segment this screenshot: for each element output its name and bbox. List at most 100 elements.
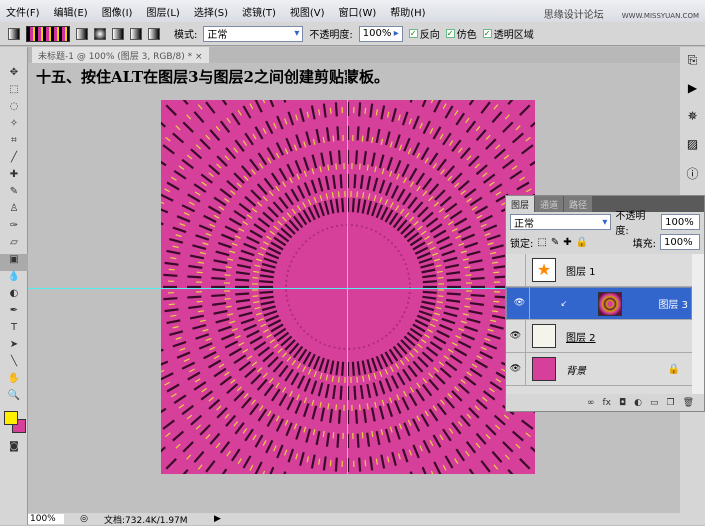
new-layer-icon[interactable]: ❐ [666,398,674,408]
toolbox: ✥ ⬚ ◌ ✧ ⌗ ╱ ✚ ✎ ♙ ✑ ▱ ▣ 💧 ◐ ✒ T ➤ ╲ ✋ 🔍 … [0,47,28,525]
canvas-artwork[interactable] [161,100,535,474]
info-icon[interactable]: ⓘ [680,165,705,187]
foreground-color[interactable] [4,411,18,425]
zoom-tool-icon[interactable]: 🔍 [0,390,28,407]
eye-icon[interactable]: 👁 [506,319,526,353]
hand-tool-icon[interactable]: ✋ [0,373,28,390]
fill-label: 填充: [632,238,656,250]
marquee-tool-icon[interactable]: ⬚ [0,84,28,101]
angle-gradient-button[interactable] [112,27,124,40]
transparency-checkbox[interactable]: ✓ 透明区域 [482,26,534,41]
mask-icon[interactable]: ◘ [619,398,626,408]
blur-tool-icon[interactable]: 💧 [0,271,28,288]
blend-mode-select[interactable]: 正常 ▾ [510,214,612,230]
gradient-picker[interactable] [26,25,70,42]
group-icon[interactable]: ▭ [650,398,659,408]
stamp-tool-icon[interactable]: ♙ [0,203,28,220]
mode-select[interactable]: 正常 ▾ [203,25,304,42]
menu-layer[interactable]: 图层(L) [146,4,179,19]
layer-name: 图层 2 [566,332,596,344]
lock-paint-icon[interactable]: ✎ [551,237,559,248]
image-icon[interactable]: ▨ [680,137,705,159]
magic-wand-tool-icon[interactable]: ✧ [0,118,28,135]
quick-mask-icon[interactable]: ◙ [0,441,28,458]
radial-gradient-button[interactable] [94,27,106,40]
lock-label: 锁定: [510,238,534,250]
tab-paths[interactable]: 路径 [564,196,593,212]
layer-scrollbar[interactable] [692,254,704,394]
layer-row[interactable]: 👁 ↙ 图层 3 [506,287,692,320]
layer-name: 图层 1 [566,266,596,278]
eye-icon[interactable]: 👁 [506,352,526,386]
menu-image[interactable]: 图像(I) [102,4,133,19]
menu-select[interactable]: 选择(S) [194,4,228,19]
status-menu-arrow-icon[interactable]: ▶ [214,514,221,524]
eye-icon[interactable]: 👁 [510,287,530,320]
layer-thumbnail: ★ [532,258,556,282]
menu-edit[interactable]: 编辑(E) [54,4,88,19]
line-tool-icon[interactable]: ╲ [0,356,28,373]
path-select-tool-icon[interactable]: ➤ [0,339,28,356]
menu-help[interactable]: 帮助(H) [390,4,425,19]
fx-icon[interactable]: fx [602,398,611,408]
menu-file[interactable]: 文件(F) [6,4,40,19]
vertical-guide[interactable] [347,63,348,513]
menu-filter[interactable]: 滤镜(T) [242,4,276,19]
eraser-tool-icon[interactable]: ▱ [0,237,28,254]
layer-row[interactable]: ★ 图层 1 [506,253,692,287]
watermark-url: WWW.MISSYUAN.COM [621,12,699,20]
instruction-caption: 十五、按住ALT在图层3与图层2之间创建剪贴蒙板。 [36,68,390,86]
linear-gradient-button[interactable] [76,27,88,40]
history-icon[interactable]: ⎘ [680,53,705,75]
reverse-checkbox[interactable]: ✓ 反向 [408,26,440,41]
document-tab[interactable]: 未标题-1 @ 100% (图层 3, RGB/8) * × [32,47,209,63]
fill-input[interactable]: 100% [660,234,700,250]
move-tool-icon[interactable]: ✥ [0,67,28,84]
zoom-level[interactable]: 100% [28,514,64,524]
layer-opacity-input[interactable]: 100% [661,214,700,230]
status-icon: ◎ [80,514,88,524]
dither-checkbox[interactable]: ✓ 仿色 [445,26,477,41]
actions-icon[interactable]: ▶ [680,81,705,103]
trash-icon[interactable]: 🗑 [683,398,694,408]
menu-window[interactable]: 窗口(W) [339,4,377,19]
type-tool-icon[interactable]: T [0,322,28,339]
reflected-gradient-button[interactable] [130,27,142,40]
check-icon: ✓ [482,29,492,38]
lock-all-icon[interactable]: 🔒 [576,237,588,248]
arrow-right-icon[interactable]: ▸ [394,28,399,39]
adjustment-icon[interactable]: ◐ [634,398,642,408]
document-tabs: 未标题-1 @ 100% (图层 3, RGB/8) * × [28,47,680,63]
layer-row[interactable]: 👁 背景 🔒 [506,352,692,386]
dodge-tool-icon[interactable]: ◐ [0,288,28,305]
opacity-input[interactable]: 100% ▸ [358,25,403,42]
eyedropper-tool-icon[interactable]: ╱ [0,152,28,169]
layer-thumbnail [532,357,556,381]
panel-tabs: 图层 通道 路径 [506,196,704,212]
gradient-tool-preset[interactable] [8,27,20,40]
layer-row[interactable]: 👁 图层 2 [506,319,692,353]
lock-icon: 🔒 [667,363,680,375]
history-brush-tool-icon[interactable]: ✑ [0,220,28,237]
menu-view[interactable]: 视图(V) [290,4,325,19]
pen-tool-icon[interactable]: ✒ [0,305,28,322]
brush-tool-icon[interactable]: ✎ [0,186,28,203]
layer-list: ★ 图层 1 👁 ↙ 图层 3 👁 图层 2 👁 背景 🔒 [506,253,692,394]
diamond-gradient-button[interactable] [148,27,160,40]
close-icon[interactable]: × [195,52,203,62]
tab-layers[interactable]: 图层 [506,196,535,212]
tab-channels[interactable]: 通道 [535,196,564,212]
visibility-toggle[interactable] [506,253,526,287]
navigator-icon[interactable]: ✵ [680,109,705,131]
lock-position-icon[interactable]: ✚ [563,237,571,248]
transparency-label: 透明区域 [493,30,534,41]
doc-size: 文档:732.4K/1.97M [104,515,188,526]
lasso-tool-icon[interactable]: ◌ [0,101,28,118]
healing-brush-tool-icon[interactable]: ✚ [0,169,28,186]
blend-row: 正常 ▾ 不透明度: 100% [506,211,704,237]
crop-tool-icon[interactable]: ⌗ [0,135,28,152]
lock-transparent-icon[interactable]: ⬚ [537,237,546,248]
link-icon[interactable]: ∞ [587,398,595,408]
gradient-tool-icon[interactable]: ▣ [0,254,28,271]
menu-bar: 文件(F) 编辑(E) 图像(I) 图层(L) 选择(S) 滤镜(T) 视图(V… [0,0,705,22]
